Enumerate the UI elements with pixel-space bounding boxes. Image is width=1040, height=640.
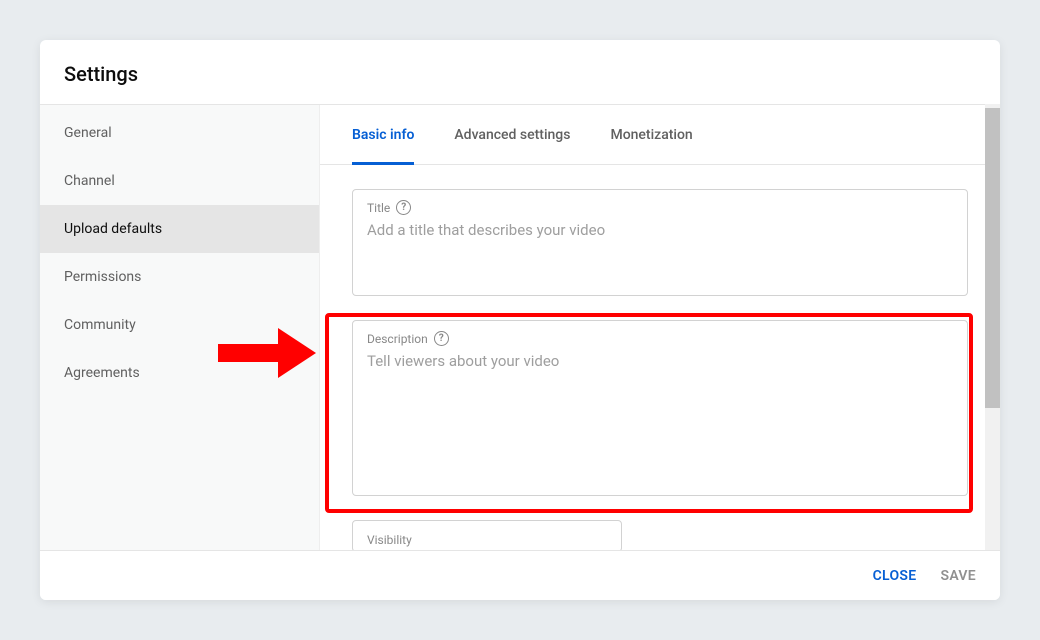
visibility-field[interactable]: Visibility (352, 520, 622, 550)
tab-label: Monetization (610, 127, 692, 143)
help-icon[interactable]: ? (434, 331, 449, 346)
title-field[interactable]: Title ? (352, 189, 968, 296)
tab-bar: Basic info Advanced settings Monetizatio… (320, 105, 1000, 165)
save-button[interactable]: SAVE (940, 568, 976, 584)
field-label-row: Description ? (367, 331, 953, 346)
description-input[interactable] (367, 352, 953, 482)
help-icon[interactable]: ? (396, 200, 411, 215)
content-area: Title ? Description ? Visibility (320, 165, 1000, 550)
scrollbar-thumb[interactable] (985, 108, 1000, 408)
modal-header: Settings (40, 40, 1000, 105)
modal-footer: CLOSE SAVE (40, 550, 1000, 600)
sidebar-item-label: Channel (64, 173, 115, 189)
tab-monetization[interactable]: Monetization (610, 105, 692, 165)
main-panel: Basic info Advanced settings Monetizatio… (320, 105, 1000, 550)
title-label: Title (367, 201, 390, 215)
sidebar-item-community[interactable]: Community (40, 301, 319, 349)
field-label-row: Title ? (367, 200, 953, 215)
tab-label: Basic info (352, 127, 414, 143)
sidebar-item-label: Upload defaults (64, 221, 162, 237)
scroll-area: Basic info Advanced settings Monetizatio… (320, 105, 1000, 550)
visibility-label: Visibility (367, 533, 412, 547)
description-label: Description (367, 332, 428, 346)
settings-modal: Settings General Channel Upload defaults… (40, 40, 1000, 600)
modal-title: Settings (64, 62, 976, 86)
description-field[interactable]: Description ? (352, 320, 968, 496)
sidebar-item-label: Permissions (64, 269, 141, 285)
settings-sidebar: General Channel Upload defaults Permissi… (40, 105, 320, 550)
sidebar-item-general[interactable]: General (40, 109, 319, 157)
sidebar-item-label: General (64, 125, 112, 141)
modal-body: General Channel Upload defaults Permissi… (40, 105, 1000, 550)
sidebar-item-label: Community (64, 317, 136, 333)
sidebar-item-upload-defaults[interactable]: Upload defaults (40, 205, 319, 253)
title-input[interactable] (367, 221, 953, 279)
tab-advanced-settings[interactable]: Advanced settings (454, 105, 570, 165)
sidebar-item-label: Agreements (64, 365, 140, 381)
close-button[interactable]: CLOSE (873, 568, 917, 584)
sidebar-item-permissions[interactable]: Permissions (40, 253, 319, 301)
sidebar-item-agreements[interactable]: Agreements (40, 349, 319, 397)
tab-basic-info[interactable]: Basic info (352, 105, 414, 165)
sidebar-item-channel[interactable]: Channel (40, 157, 319, 205)
tab-label: Advanced settings (454, 127, 570, 143)
